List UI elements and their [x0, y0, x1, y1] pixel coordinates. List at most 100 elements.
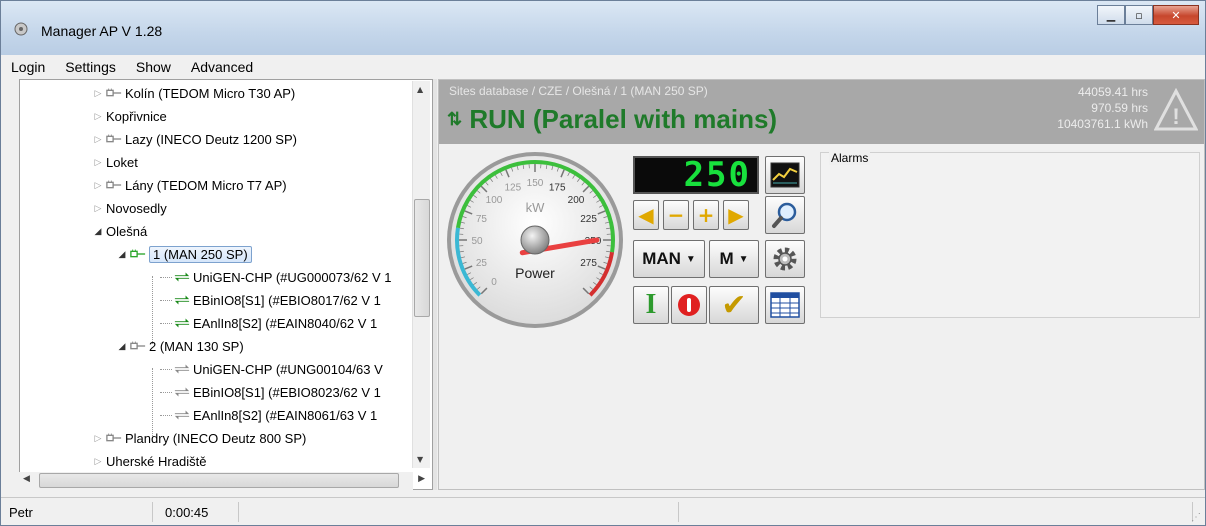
collapsed-arrow-icon[interactable]: ▷	[92, 134, 104, 145]
tree-item[interactable]: ▷ Lazy (INECO Deutz 1200 SP)	[92, 128, 297, 150]
tree-item-label: UniGEN-CHP (#UNG00104/63 V	[193, 361, 383, 377]
vertical-scroll-thumb[interactable]	[414, 199, 430, 317]
tree-item[interactable]: ▷ Uherské Hradiště	[92, 450, 207, 472]
tree-item[interactable]: EBinIO8[S1] (#EBIO8017/62 V 1	[160, 289, 381, 311]
tree-item[interactable]: ▷ Plandry (INECO Deutz 800 SP)	[92, 427, 307, 449]
confirm-button[interactable]: ✔	[709, 286, 759, 324]
gauge-tick-label: 50	[471, 236, 483, 247]
increase-button[interactable]: +	[693, 200, 719, 230]
tree-item[interactable]: ▷ Loket	[92, 151, 138, 173]
status-user: Petr	[3, 502, 153, 522]
stop-button[interactable]	[671, 286, 707, 324]
gauge-tick-label: 125	[504, 182, 521, 193]
minimize-button[interactable]: ▁	[1097, 5, 1125, 25]
power-display-value: 250	[683, 155, 751, 195]
tree-item[interactable]: ▷ Kopřivnice	[92, 105, 167, 127]
start-button[interactable]: I	[633, 286, 669, 324]
gauge-tick-label: 225	[580, 214, 597, 225]
tree-item-label: Loket	[106, 154, 138, 170]
tree-item-label: Olešná	[106, 223, 148, 239]
energy-counter: 10403761.1 kWh	[1057, 117, 1148, 131]
tree-item[interactable]: ◢ 2 (MAN 130 SP)	[116, 335, 244, 357]
tree-connector	[160, 391, 172, 393]
tree-item[interactable]: EAnlIn8[S2] (#EAIN8040/62 V 1	[160, 312, 377, 334]
tree-item-label: Kolín (TEDOM Micro T30 AP)	[125, 85, 296, 101]
gauge-tick-label: 275	[580, 258, 597, 269]
gauge-tick-label: 100	[486, 195, 503, 206]
tree-item[interactable]: UniGEN-CHP (#UG000073/62 V 1	[160, 266, 391, 288]
settings-button[interactable]	[765, 240, 805, 278]
collapsed-arrow-icon[interactable]: ▷	[92, 88, 104, 99]
collapsed-arrow-icon[interactable]: ▷	[92, 157, 104, 168]
tree-item-label: Kopřivnice	[106, 108, 167, 124]
scroll-up-icon[interactable]: ▲	[417, 85, 423, 94]
tree-item[interactable]: ▷ Kolín (TEDOM Micro T30 AP)	[92, 82, 296, 104]
run-status-text: RUN (Paralel with mains)	[469, 104, 778, 134]
search-button[interactable]	[765, 196, 805, 234]
transfer-green-icon	[174, 272, 190, 282]
tree-connector	[160, 368, 172, 370]
plug-icon	[106, 180, 122, 189]
tree-item[interactable]: ◢ Olešná	[92, 220, 148, 242]
first-button[interactable]: ◀	[633, 200, 659, 230]
tree-connector	[160, 322, 172, 324]
collapsed-arrow-icon[interactable]: ▷	[92, 111, 104, 122]
gauge-label: Power	[515, 265, 555, 281]
scroll-left-icon[interactable]: ◀	[23, 474, 30, 484]
expanded-arrow-icon[interactable]: ◢	[116, 341, 128, 352]
table-button[interactable]	[765, 286, 805, 324]
gauge-unit: kW	[526, 200, 546, 215]
scroll-right-icon[interactable]: ▶	[418, 474, 425, 484]
gauge-tick-label: 75	[476, 214, 488, 225]
menu-login[interactable]: Login	[1, 59, 55, 75]
menu-advanced[interactable]: Advanced	[181, 59, 263, 75]
tree-horizontal-scrollbar[interactable]: ◀ ▶	[19, 472, 425, 490]
alarms-panel: Alarms	[820, 151, 1200, 318]
tree-item[interactable]: EBinIO8[S1] (#EBIO8023/62 V 1	[160, 381, 381, 403]
tree-item-label: Lány (TEDOM Micro T7 AP)	[125, 177, 287, 193]
status-field-3	[243, 502, 679, 522]
trend-icon	[770, 162, 800, 188]
horizontal-scroll-thumb[interactable]	[39, 473, 399, 488]
last-button[interactable]: ▶	[723, 200, 749, 230]
maximize-button[interactable]: ▫	[1125, 5, 1153, 25]
tree-item-label: Lazy (INECO Deutz 1200 SP)	[125, 131, 297, 147]
collapsed-arrow-icon[interactable]: ▷	[92, 203, 104, 214]
gear-icon	[773, 247, 797, 271]
trend-button[interactable]	[765, 156, 805, 194]
tree-item[interactable]: ◢ 1 (MAN 250 SP)	[116, 243, 252, 265]
menu-show[interactable]: Show	[126, 59, 181, 75]
alarms-label: Alarms	[829, 151, 871, 165]
gauge-tick-label: 25	[476, 258, 488, 269]
power-gauge: 0255075100125150175200225250275 kW Power	[447, 152, 623, 328]
collapsed-arrow-icon[interactable]: ▷	[92, 456, 104, 467]
menu-settings[interactable]: Settings	[55, 59, 126, 75]
decrease-button[interactable]: −	[663, 200, 689, 230]
collapsed-arrow-icon[interactable]: ▷	[92, 433, 104, 444]
plug-green-icon	[130, 249, 146, 258]
minimize-icon: ▁	[1106, 8, 1116, 22]
tree-item[interactable]: EAnlIn8[S2] (#EAIN8061/63 V 1	[160, 404, 377, 426]
tree-item[interactable]: ▷ Lány (TEDOM Micro T7 AP)	[92, 174, 287, 196]
tree-vertical-scrollbar[interactable]: ▲ ▼	[412, 81, 430, 468]
tree-item[interactable]: UniGEN-CHP (#UNG00104/63 V	[160, 358, 383, 380]
stop-icon	[678, 294, 700, 316]
close-button[interactable]: ✕	[1153, 5, 1199, 25]
tree-item-label: EBinIO8[S1] (#EBIO8023/62 V 1	[193, 384, 381, 400]
site-detail-panel: Sites database / CZE / Olešná / 1 (MAN 2…	[438, 79, 1205, 490]
expanded-arrow-icon[interactable]: ◢	[92, 226, 104, 237]
submode-dropdown[interactable]: M ▼	[709, 240, 759, 278]
expanded-arrow-icon[interactable]: ◢	[116, 249, 128, 260]
resize-grip-icon[interactable]: ⋰	[1191, 512, 1201, 523]
sites-tree: ▷ Kolín (TEDOM Micro T30 AP) ▷ Kopřivnice ▷ L…	[19, 79, 433, 490]
mode-dropdown[interactable]: MAN ▼	[633, 240, 705, 278]
panel-splitter[interactable]	[433, 79, 437, 490]
first-icon: ◀	[638, 203, 654, 227]
tree-item[interactable]: ▷ Novosedly	[92, 197, 167, 219]
scroll-down-icon[interactable]: ▼	[417, 455, 423, 464]
tree-connector	[160, 276, 172, 278]
status-bar: Petr 0:00:45 ⋰	[1, 497, 1205, 525]
collapsed-arrow-icon[interactable]: ▷	[92, 180, 104, 191]
plus-icon: +	[697, 203, 715, 227]
table-icon	[770, 292, 800, 318]
